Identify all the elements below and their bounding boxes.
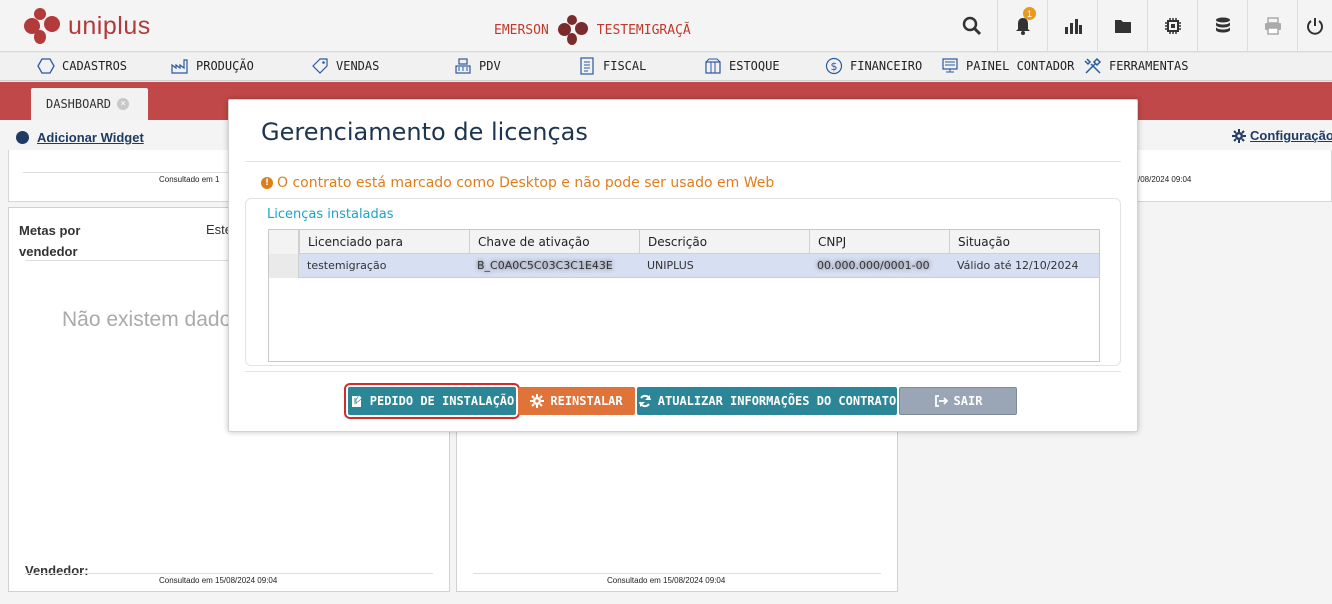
atualizar-label: ATUALIZAR INFORMAÇÕES DO CONTRATO	[657, 394, 897, 408]
pedido-instalacao-button[interactable]: PEDIDO DE INSTALAÇÃO	[344, 383, 520, 419]
cell-situacao: Válido até 12/10/2024	[957, 259, 1079, 272]
gear-icon	[530, 394, 545, 408]
table-row[interactable]: testemigração B_C0A0C5C03C3C1E43E UNIPLU…	[269, 254, 1099, 278]
column-header-licenciado[interactable]: Licenciado para	[299, 230, 469, 254]
column-header-descricao[interactable]: Descrição	[639, 230, 809, 254]
cell-cnpj: 00.000.000/0001-00	[817, 259, 930, 272]
pedido-label: PEDIDO DE INSTALAÇÃO	[369, 394, 515, 408]
reinstalar-label: REINSTALAR	[550, 394, 623, 408]
cell-licenciado: testemigração	[307, 259, 387, 272]
modal-button-bar: PEDIDO DE INSTALAÇÃO REINSTALAR ATUALIZA…	[229, 383, 1139, 419]
reinstalar-button[interactable]: REINSTALAR	[518, 387, 635, 415]
sair-label: SAIR	[953, 394, 983, 408]
modal-title: Gerenciamento de licenças	[261, 118, 588, 146]
sair-button[interactable]: SAIR	[899, 387, 1017, 415]
column-header-chave[interactable]: Chave de ativação	[469, 230, 639, 254]
license-modal: Gerenciamento de licenças ! O contrato e…	[228, 99, 1138, 432]
divider	[245, 371, 1121, 372]
column-header-situacao[interactable]: Situação	[949, 230, 1099, 254]
divider	[245, 161, 1121, 162]
installed-licenses-panel: Licenças instaladas Licenciado para Chav…	[245, 198, 1121, 366]
row-selector[interactable]	[269, 254, 299, 278]
panel-title: Licenças instaladas	[267, 207, 394, 222]
alert-icon: !	[261, 177, 273, 189]
cell-descricao: UNIPLUS	[647, 259, 694, 272]
warning-text: O contrato está marcado como Desktop e n…	[277, 175, 775, 191]
modal-overlay: Gerenciamento de licenças ! O contrato e…	[0, 0, 1332, 604]
row-selector-header	[269, 230, 299, 254]
cell-chave: B_C0A0C5C03C3C1E43E	[477, 259, 613, 272]
edit-document-icon	[351, 394, 363, 407]
exit-icon	[934, 395, 948, 407]
contract-warning: ! O contrato está marcado como Desktop e…	[261, 175, 774, 191]
licenses-table: Licenciado para Chave de ativação Descri…	[268, 229, 1100, 362]
atualizar-contrato-button[interactable]: ATUALIZAR INFORMAÇÕES DO CONTRATO	[637, 387, 897, 415]
refresh-icon	[638, 394, 651, 408]
table-header: Licenciado para Chave de ativação Descri…	[269, 230, 1099, 254]
column-header-cnpj[interactable]: CNPJ	[809, 230, 949, 254]
